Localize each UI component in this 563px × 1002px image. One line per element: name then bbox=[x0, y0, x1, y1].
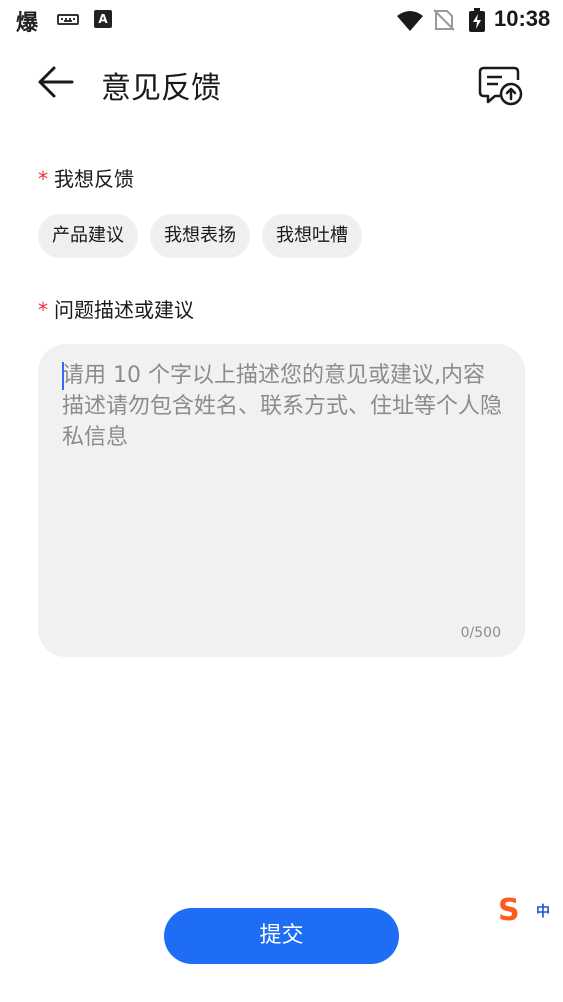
status-bar: 爆 A 10:38 bbox=[0, 0, 563, 40]
chip-praise[interactable]: 我想表扬 bbox=[150, 214, 250, 258]
battery-charging-icon bbox=[469, 8, 485, 32]
page-title: 意见反馈 bbox=[101, 71, 221, 106]
app-notification-icon: 爆 bbox=[16, 11, 39, 36]
wifi-icon bbox=[397, 11, 423, 31]
required-mark: * bbox=[38, 298, 48, 322]
ime-mode-label: 中 bbox=[536, 904, 550, 920]
ime-indicator[interactable]: S 中 bbox=[498, 895, 563, 927]
back-button[interactable] bbox=[36, 64, 76, 100]
description-label: * 问题描述或建议 bbox=[38, 294, 194, 323]
accessibility-icon: A bbox=[94, 10, 112, 28]
feedback-type-label-text: 我想反馈 bbox=[54, 167, 134, 191]
feedback-history-icon bbox=[478, 66, 523, 106]
chip-product-suggestion[interactable]: 产品建议 bbox=[38, 214, 138, 258]
description-label-text: 问题描述或建议 bbox=[54, 298, 194, 322]
description-input[interactable] bbox=[62, 360, 502, 610]
sogou-ime-icon: S bbox=[498, 893, 520, 928]
chip-complaint[interactable]: 我想吐槽 bbox=[262, 214, 362, 258]
arrow-left-icon bbox=[38, 66, 74, 98]
text-caret bbox=[62, 362, 64, 390]
feedback-history-button[interactable] bbox=[476, 64, 524, 106]
char-counter: 0/500 bbox=[460, 625, 501, 641]
status-time: 10:38 bbox=[494, 6, 551, 31]
keyboard-icon bbox=[57, 14, 79, 25]
submit-button[interactable]: 提交 bbox=[164, 908, 399, 964]
no-sim-icon bbox=[433, 9, 455, 31]
app-bar: 意见反馈 bbox=[0, 50, 563, 114]
feedback-type-label: * 我想反馈 bbox=[38, 163, 134, 192]
required-mark: * bbox=[38, 167, 48, 191]
description-box: 0/500 bbox=[38, 344, 525, 657]
